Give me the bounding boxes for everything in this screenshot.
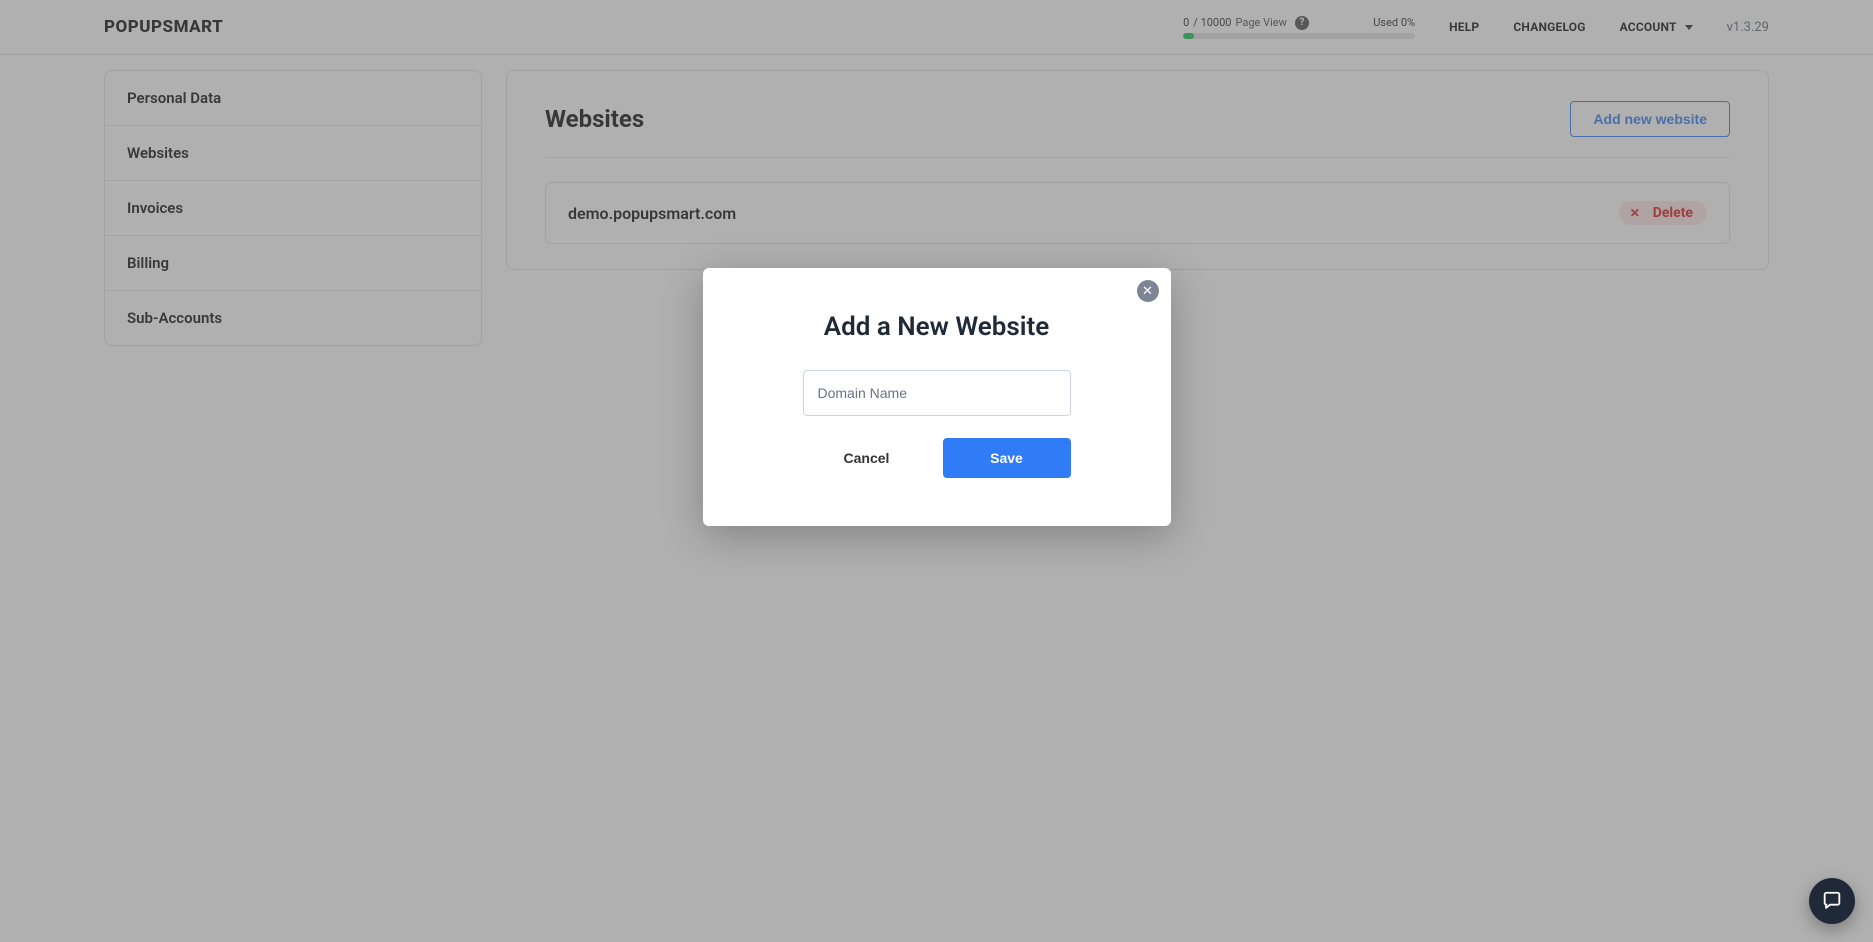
- chat-widget-button[interactable]: [1809, 878, 1855, 924]
- cancel-button[interactable]: Cancel: [803, 438, 931, 478]
- chat-icon: [1821, 890, 1843, 912]
- add-website-modal: ✕ Add a New Website Cancel Save: [703, 268, 1171, 526]
- modal-close-button[interactable]: ✕: [1137, 280, 1159, 302]
- save-button[interactable]: Save: [943, 438, 1071, 478]
- modal-title: Add a New Website: [824, 312, 1049, 342]
- close-icon: ✕: [1142, 284, 1153, 299]
- domain-name-input[interactable]: [803, 370, 1071, 416]
- modal-overlay[interactable]: ✕ Add a New Website Cancel Save: [0, 0, 1873, 942]
